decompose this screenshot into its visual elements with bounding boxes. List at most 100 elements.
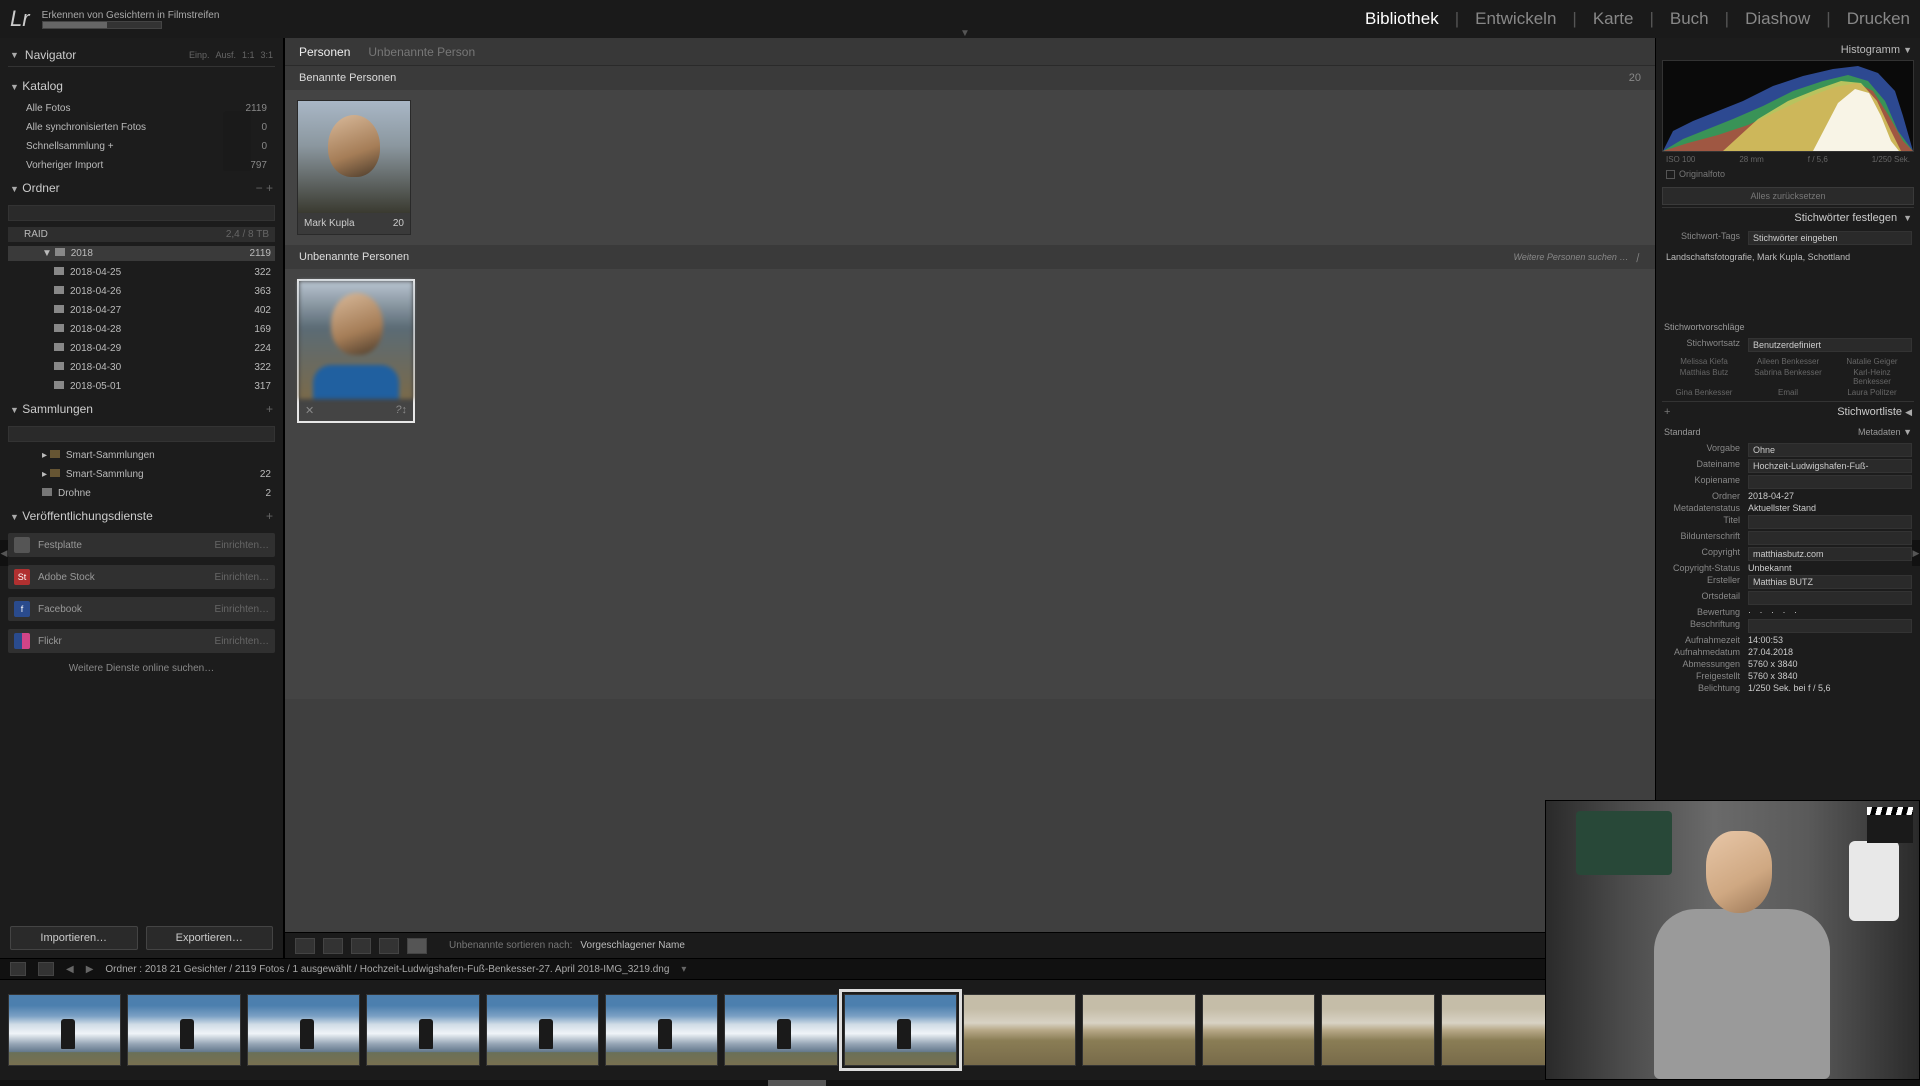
keyword-mode-select[interactable]: Stichwörter eingeben	[1748, 231, 1912, 245]
metadata-row[interactable]: VorgabeOhne	[1662, 442, 1914, 458]
original-photo-checkbox[interactable]: Originalfoto	[1662, 167, 1914, 181]
keyword-suggestion[interactable]: Karl-Heinz Benkesser	[1834, 368, 1910, 386]
module-print[interactable]: Drucken	[1847, 9, 1910, 29]
collection-item[interactable]: ▸ Smart-Sammlung22	[8, 467, 275, 482]
nav-forward-icon[interactable]: ▶	[86, 964, 94, 975]
filmstrip-thumb[interactable]	[8, 994, 121, 1066]
publish-flickr[interactable]: FlickrEinrichten…	[8, 629, 275, 653]
publish-harddrive[interactable]: FestplatteEinrichten…	[8, 533, 275, 557]
filmstrip-thumb[interactable]	[127, 994, 240, 1066]
nav-fit[interactable]: Einp.	[189, 50, 210, 60]
folder-item[interactable]: 2018-04-29224	[8, 341, 275, 356]
filmstrip-thumb[interactable]	[247, 994, 360, 1066]
keywording-header[interactable]: Stichwörter festlegen▼	[1662, 207, 1914, 228]
nav-back-icon[interactable]: ◀	[66, 964, 74, 975]
metadata-row[interactable]: Copyrightmatthiasbutz.com	[1662, 546, 1914, 562]
keyword-suggestion[interactable]: Sabrina Benkesser	[1750, 368, 1826, 386]
metadata-row[interactable]: Bildunterschrift	[1662, 530, 1914, 546]
metadata-row[interactable]: Kopiename	[1662, 474, 1914, 490]
reject-face-icon[interactable]: ✕	[305, 404, 314, 417]
folders-header[interactable]: ▼ Ordner − +	[8, 177, 275, 199]
search-more-people[interactable]: Weitere Personen suchen … ❘	[1514, 252, 1641, 263]
keyword-suggestions-header[interactable]: Stichwortvorschläge	[1664, 322, 1745, 332]
filmstrip-thumb[interactable]	[486, 994, 599, 1066]
module-develop[interactable]: Entwickeln	[1475, 9, 1556, 29]
unnamed-people-header[interactable]: Unbenannte Personen Weitere Personen suc…	[285, 245, 1655, 269]
folder-item[interactable]: 2018-04-30322	[8, 360, 275, 375]
module-library[interactable]: Bibliothek	[1365, 9, 1439, 29]
breadcrumb-unnamed[interactable]: Unbenannte Person	[368, 45, 475, 59]
keyword-suggestion[interactable]: Aileen Benkesser	[1750, 357, 1826, 366]
path-text[interactable]: Ordner : 2018 21 Gesichter / 2119 Fotos …	[105, 964, 669, 975]
filmstrip-thumb[interactable]	[1202, 994, 1315, 1066]
nav-3to1[interactable]: 3:1	[260, 50, 273, 60]
nav-1to1[interactable]: 1:1	[242, 50, 255, 60]
module-slideshow[interactable]: Diashow	[1745, 9, 1810, 29]
keyword-suggestion[interactable]: Matthias Butz	[1666, 368, 1742, 386]
folder-item[interactable]: 2018-04-25322	[8, 265, 275, 280]
keyword-set-select[interactable]: Benutzerdefiniert	[1748, 338, 1912, 352]
keywords-textarea[interactable]: Landschaftsfotografie, Mark Kupla, Schot…	[1662, 248, 1914, 292]
drive-row[interactable]: RAID 2,4 / 8 TB	[8, 227, 275, 242]
folder-filter[interactable]	[8, 205, 275, 221]
filmstrip-thumb[interactable]	[724, 994, 837, 1066]
filmstrip-thumb[interactable]	[366, 994, 479, 1066]
person-tile[interactable]: Mark Kupla 20	[297, 100, 411, 235]
reset-all-button[interactable]: Alles zurücksetzen	[1662, 187, 1914, 205]
export-button[interactable]: Exportieren…	[146, 926, 274, 950]
view-compare-icon[interactable]	[351, 938, 371, 954]
keyword-list-header[interactable]: +Stichwortliste ◀	[1662, 401, 1914, 422]
unnamed-face-tile[interactable]: ✕ ?↕	[297, 279, 415, 423]
filmstrip-scrollbar[interactable]	[0, 1080, 1920, 1086]
publish-facebook[interactable]: fFacebookEinrichten…	[8, 597, 275, 621]
disclosure-icon[interactable]: ▼	[10, 50, 19, 60]
grid-small-icon[interactable]	[38, 962, 54, 976]
histogram[interactable]	[1662, 60, 1914, 152]
folder-item[interactable]: 2018-04-26363	[8, 284, 275, 299]
module-book[interactable]: Buch	[1670, 9, 1709, 29]
metadata-row[interactable]: Ortsdetail	[1662, 590, 1914, 606]
collection-filter[interactable]	[8, 426, 275, 442]
metadata-row[interactable]: DateinameHochzeit-Ludwigshafen-Fuß-Benke…	[1662, 458, 1914, 474]
module-map[interactable]: Karte	[1593, 9, 1634, 29]
view-survey-icon[interactable]	[379, 938, 399, 954]
publish-adobestock[interactable]: StAdobe StockEinrichten…	[8, 565, 275, 589]
keyword-suggestion[interactable]: Natalie Geiger	[1834, 357, 1910, 366]
keyword-suggestion[interactable]: Email	[1750, 388, 1826, 397]
filmstrip-thumb[interactable]	[1082, 994, 1195, 1066]
filmstrip-thumb[interactable]	[1441, 994, 1554, 1066]
collection-item[interactable]: ▸ Smart-Sammlungen	[8, 448, 275, 463]
nav-fill[interactable]: Ausf.	[215, 50, 236, 60]
folder-item[interactable]: 2018-04-28169	[8, 322, 275, 337]
breadcrumb-people[interactable]: Personen	[299, 45, 350, 59]
view-people-icon[interactable]	[407, 938, 427, 954]
metadata-row[interactable]: ErstellerMatthias BUTZ	[1662, 574, 1914, 590]
filmstrip-thumb[interactable]	[1321, 994, 1434, 1066]
topbar-collapse-icon[interactable]: ▼	[960, 28, 970, 39]
named-people-header[interactable]: Benannte Personen 20	[285, 66, 1655, 90]
metadata-row[interactable]: Titel	[1662, 514, 1914, 530]
publish-find-more[interactable]: Weitere Dienste online suchen…	[8, 659, 275, 678]
view-grid-icon[interactable]	[295, 938, 315, 954]
name-face-input[interactable]: ?↕	[395, 404, 407, 416]
metadata-preset[interactable]: Standard	[1664, 427, 1701, 437]
metadata-row[interactable]: Beschriftung	[1662, 618, 1914, 634]
filmstrip-thumb[interactable]	[605, 994, 718, 1066]
left-panel-toggle-icon[interactable]: ◀	[0, 540, 8, 566]
keyword-entry[interactable]	[1662, 297, 1914, 311]
right-panel-toggle-icon[interactable]: ▶	[1912, 540, 1920, 566]
collections-header[interactable]: ▼ Sammlungen+	[8, 398, 275, 420]
folder-item[interactable]: 2018-04-27402	[8, 303, 275, 318]
keyword-suggestion[interactable]: Gina Benkesser	[1666, 388, 1742, 397]
navigator-header[interactable]: ▼Navigator Einp. Ausf. 1:1 3:1	[8, 44, 275, 67]
collection-item[interactable]: Drohne2	[8, 486, 275, 501]
sort-value[interactable]: Vorgeschlagener Name	[580, 940, 685, 951]
folder-item[interactable]: 2018-05-01317	[8, 379, 275, 394]
import-button[interactable]: Importieren…	[10, 926, 138, 950]
catalog-header[interactable]: ▼ Katalog	[8, 75, 275, 97]
folder-year[interactable]: ▼ 20182119	[8, 246, 275, 261]
publish-header[interactable]: ▼ Veröffentlichungsdienste+	[8, 505, 275, 527]
filmstrip-thumb[interactable]	[963, 994, 1076, 1066]
keyword-suggestion[interactable]: Melissa Kiefa	[1666, 357, 1742, 366]
second-window-icon[interactable]	[10, 962, 26, 976]
